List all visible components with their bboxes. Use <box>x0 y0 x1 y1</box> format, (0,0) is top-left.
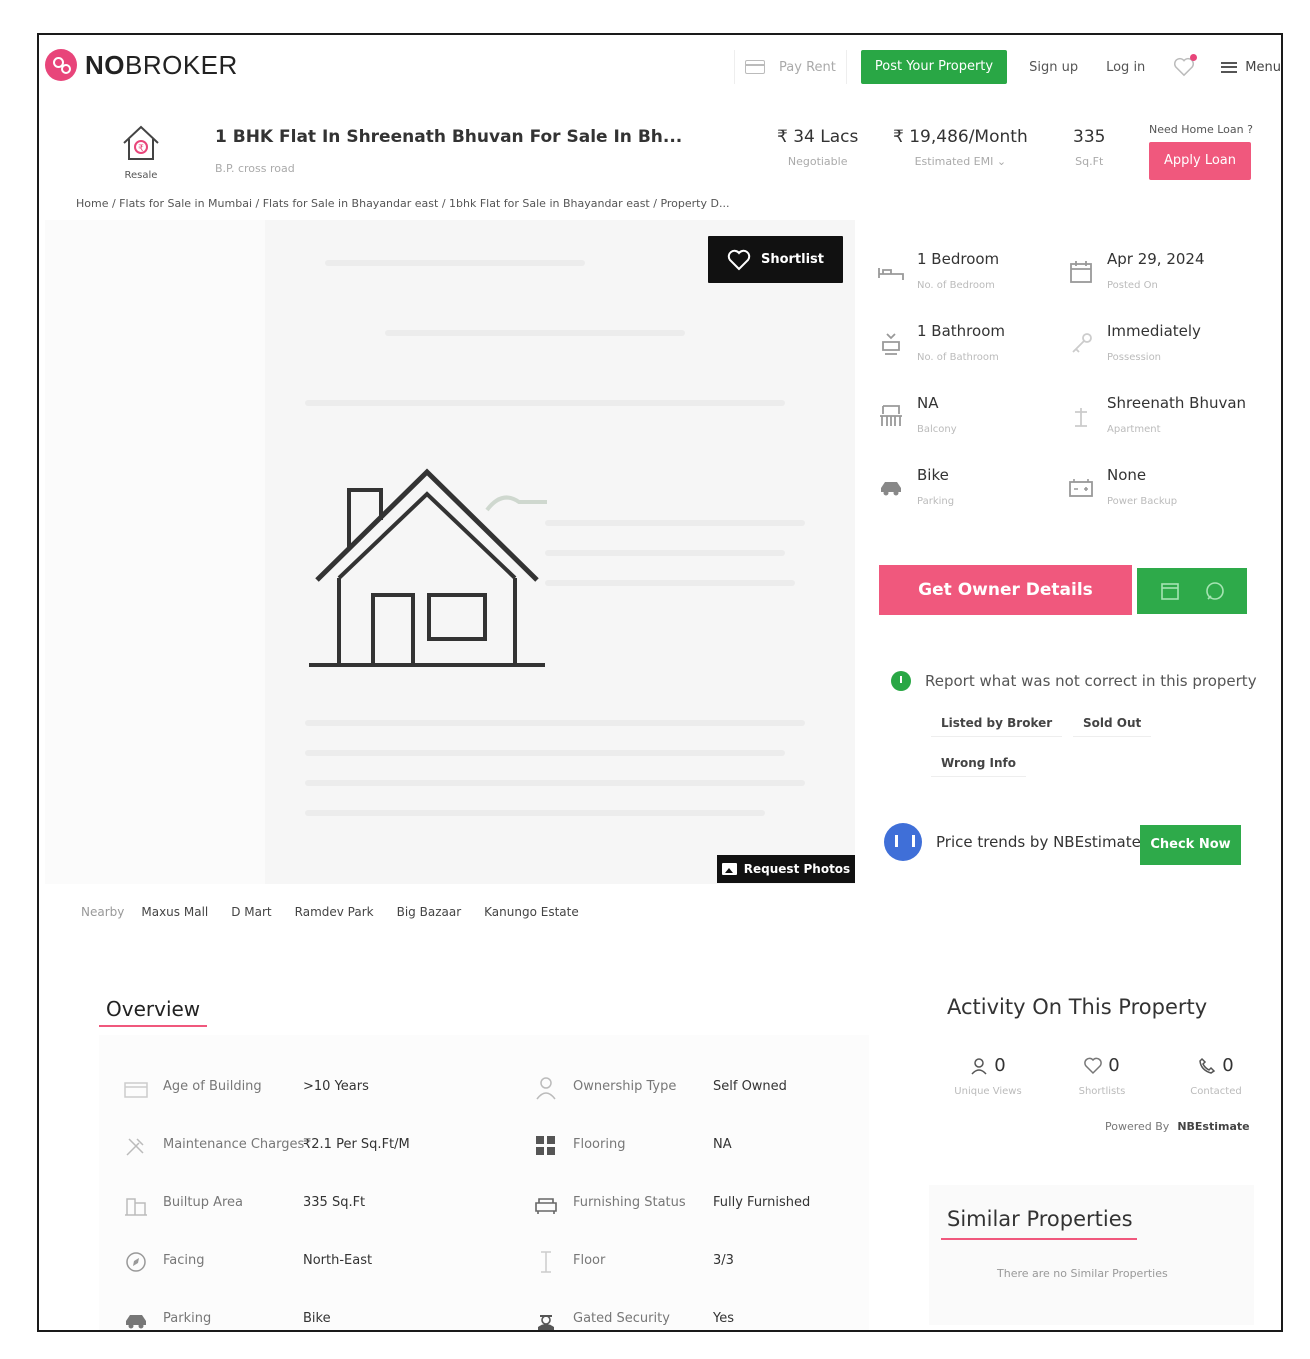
schedule-visit-icon[interactable] <box>1159 580 1181 602</box>
chat-icon[interactable] <box>1204 580 1226 602</box>
sofa-icon <box>533 1191 559 1217</box>
nobroker-logo[interactable]: NOBROKER <box>45 49 238 81</box>
user-icon <box>971 1057 987 1075</box>
post-property-button[interactable]: Post Your Property <box>860 50 1008 84</box>
calendar-icon <box>1067 258 1095 286</box>
key-icon <box>1067 330 1095 358</box>
owner-icon <box>533 1075 559 1101</box>
price-stat: ₹ 34 Lacs Negotiable <box>777 127 859 168</box>
similar-empty-message: There are no Similar Properties <box>997 1267 1168 1280</box>
property-title: 1 BHK Flat In Shreenath Bhuvan For Sale … <box>215 127 683 147</box>
breadcrumb[interactable]: Home / Flats for Sale in Mumbai / Flats … <box>76 197 729 210</box>
menu-button[interactable]: Menu <box>1221 60 1281 75</box>
price-trends: Price trends by NBEstimate <box>884 823 1141 861</box>
svg-text:₹: ₹ <box>138 144 144 154</box>
report-chip-listed-by-broker[interactable]: Listed by Broker <box>931 710 1063 737</box>
shortlist-button[interactable]: Shortlist <box>708 236 843 283</box>
activity-shortlists: 0 Shortlists <box>1078 1055 1126 1097</box>
building-age-icon <box>123 1075 149 1101</box>
house-placeholder-icon <box>307 460 549 670</box>
detail-bedroom: 1 Bedroom No. of Bedroom <box>877 250 1067 310</box>
battery-icon <box>1067 474 1095 502</box>
bathtub-icon <box>877 330 905 358</box>
browser-page: NOBROKER Pay Rent Post Your Property Sig… <box>37 33 1283 1332</box>
flooring-icon <box>533 1133 559 1159</box>
apply-loan-button[interactable]: Apply Loan <box>1149 142 1251 180</box>
logo-mark-icon <box>45 49 77 81</box>
car-icon <box>877 474 905 502</box>
header-nav: Pay Rent Post Your Property Sign up Log … <box>734 50 1281 84</box>
nearby-place[interactable]: D Mart <box>231 905 271 919</box>
property-address: B.P. cross road <box>215 162 295 175</box>
hamburger-icon <box>1221 61 1238 73</box>
detail-parking: Bike Parking <box>877 466 1067 526</box>
emi-stat[interactable]: ₹ 19,486/Month Estimated EMI ⌄ <box>893 127 1028 168</box>
sign-up-link[interactable]: Sign up <box>1029 60 1078 75</box>
detail-posted-on: Apr 29, 2024 Posted On <box>1067 250 1257 310</box>
overview-title: Overview <box>106 997 201 1021</box>
similar-underline <box>941 1238 1137 1240</box>
house-rupee-icon: ₹ <box>123 125 159 160</box>
area-icon <box>123 1191 149 1217</box>
detail-bathroom: 1 Bathroom No. of Bathroom <box>877 322 1067 382</box>
detail-balcony: NA Balcony <box>877 394 1067 454</box>
chevron-down-icon: ⌄ <box>996 155 1007 168</box>
property-title-bar: ₹ Resale 1 BHK Flat In Shreenath Bhuvan … <box>39 115 1281 195</box>
alert-icon <box>891 671 911 691</box>
powered-by: Powered By NBEstimate <box>1105 1120 1250 1133</box>
chart-icon <box>884 823 922 861</box>
home-loan-box: Need Home Loan ? Apply Loan <box>1149 123 1253 180</box>
activity-contacted: 0 Contacted <box>1190 1055 1242 1097</box>
report-incorrect-info: Report what was not correct in this prop… <box>891 671 1257 691</box>
tools-icon <box>123 1133 149 1159</box>
nearby-place[interactable]: Ramdev Park <box>295 905 374 919</box>
car-icon <box>123 1307 149 1330</box>
image-icon <box>721 863 737 875</box>
pay-rent-link[interactable]: Pay Rent <box>734 50 847 84</box>
heart-outline-icon <box>727 249 751 270</box>
activity-unique-views: 0 Unique Views <box>954 1055 1022 1097</box>
resale-badge: ₹ Resale <box>117 121 165 181</box>
activity-title: Activity On This Property <box>947 995 1208 1019</box>
nearby-place[interactable]: Maxus Mall <box>141 905 208 919</box>
heart-icon <box>1084 1057 1103 1074</box>
check-now-button[interactable]: Check Now <box>1140 825 1241 865</box>
floor-icon <box>533 1249 559 1275</box>
phone-icon <box>1199 1057 1216 1074</box>
overview-underline <box>99 1025 207 1027</box>
log-in-link[interactable]: Log in <box>1106 60 1145 75</box>
balcony-icon <box>877 402 905 430</box>
get-owner-details-button[interactable]: Get Owner Details <box>879 565 1132 615</box>
nearby-place[interactable]: Big Bazaar <box>397 905 462 919</box>
detail-power-backup: None Power Backup <box>1067 466 1257 526</box>
credit-card-icon <box>745 60 766 74</box>
detail-possession: Immediately Possession <box>1067 322 1257 382</box>
bed-icon <box>877 258 905 286</box>
detail-apartment: Shreenath Bhuvan Apartment <box>1067 394 1257 454</box>
report-chip-wrong-info[interactable]: Wrong Info <box>931 750 1026 777</box>
nearby-places: Nearby Maxus Mall D Mart Ramdev Park Big… <box>81 905 579 919</box>
guard-icon <box>533 1307 559 1330</box>
similar-properties-title: Similar Properties <box>947 1207 1133 1231</box>
shortlist-heart-icon[interactable] <box>1173 54 1198 77</box>
apartment-icon <box>1067 402 1095 430</box>
similar-properties-panel <box>929 1185 1254 1325</box>
compass-icon <box>123 1249 149 1275</box>
top-header: NOBROKER Pay Rent Post Your Property Sig… <box>39 35 1281 105</box>
request-photos-button[interactable]: Request Photos <box>717 855 855 883</box>
activity-stats: 0 Unique Views 0 Shortlists 0 Contacted <box>951 1055 1253 1097</box>
nearby-place[interactable]: Kanungo Estate <box>484 905 579 919</box>
report-chip-sold-out[interactable]: Sold Out <box>1073 710 1152 737</box>
area-stat: 335 Sq.Ft <box>1073 127 1106 168</box>
owner-contact-actions <box>1137 568 1247 614</box>
property-gallery[interactable]: Shortlist Request Photos <box>45 220 855 884</box>
